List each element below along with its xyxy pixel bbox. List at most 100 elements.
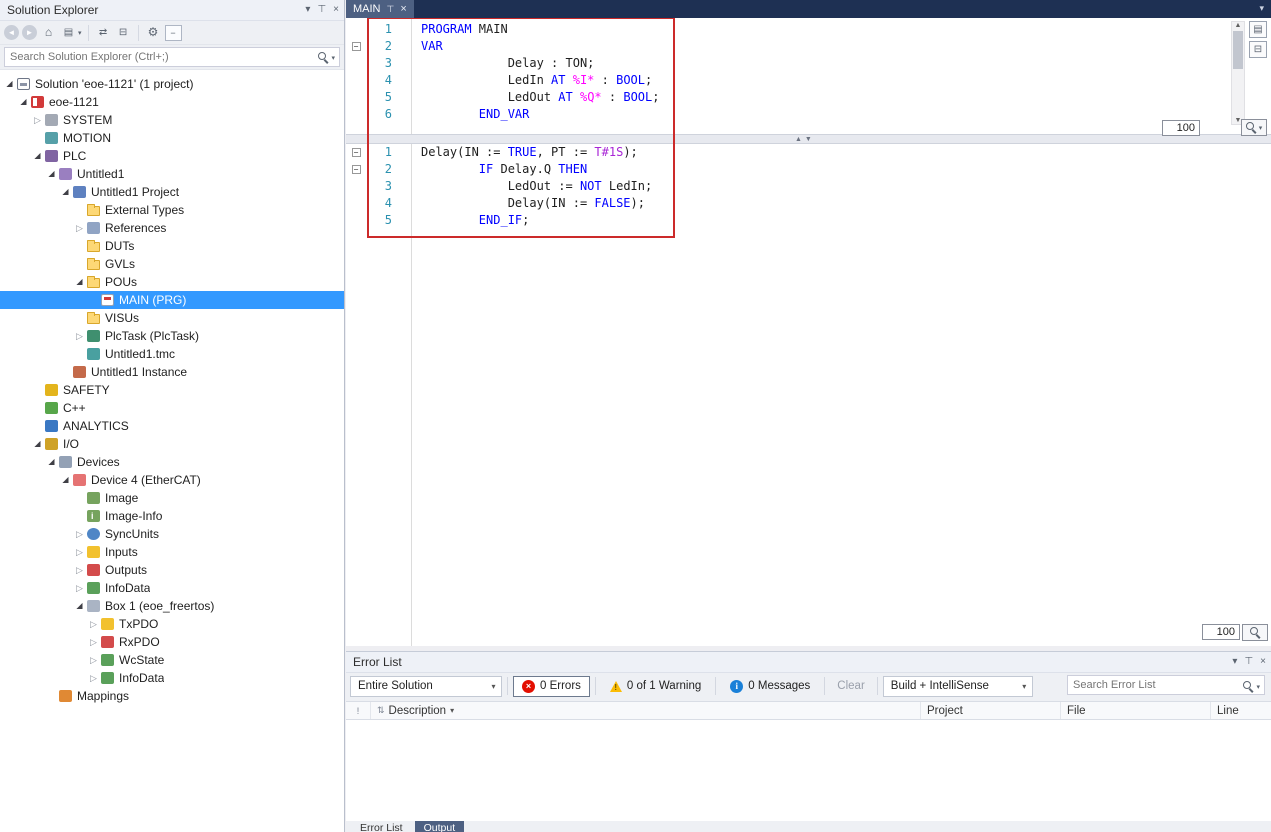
properties-wrench-icon[interactable]: ⚙ bbox=[145, 24, 162, 41]
pin-icon[interactable]: ⊤ bbox=[1244, 657, 1253, 667]
tree-expander-icon[interactable]: ▷ bbox=[31, 111, 44, 129]
outline-view-icon[interactable]: ▤ bbox=[1249, 21, 1267, 38]
fold-marker-icon[interactable]: − bbox=[346, 148, 366, 157]
scroll-up-icon[interactable]: ▲ bbox=[1235, 22, 1242, 29]
splitter-grip-icon[interactable]: ▲▼ bbox=[795, 135, 815, 144]
pin-icon[interactable]: ⊤ bbox=[387, 4, 395, 15]
editor-splitter[interactable]: ▲▼ bbox=[346, 134, 1271, 144]
tree-item-motion[interactable]: MOTION bbox=[0, 129, 344, 147]
tree-expander-icon[interactable]: ▷ bbox=[87, 669, 100, 687]
tree-expander-icon[interactable]: ▷ bbox=[87, 615, 100, 633]
warnings-filter-button[interactable]: ! 0 of 1 Warning bbox=[601, 676, 710, 697]
code-line[interactable]: −2 IF Delay.Q THEN bbox=[346, 161, 1271, 178]
document-list-chevron-icon[interactable]: ▾ bbox=[1259, 3, 1264, 14]
declaration-scrollbar[interactable]: ▲ ▼ bbox=[1231, 21, 1245, 125]
tree-item-safety[interactable]: SAFETY bbox=[0, 381, 344, 399]
chevron-down-icon[interactable]: ▾ bbox=[78, 29, 82, 37]
code-line[interactable]: −1Delay(IN := TRUE, PT := T#1S); bbox=[346, 144, 1271, 161]
implementation-editor[interactable]: −1Delay(IN := TRUE, PT := T#1S);−2 IF De… bbox=[346, 144, 1271, 646]
tree-item-io[interactable]: ◢I/O bbox=[0, 435, 344, 453]
tree-item-gvls[interactable]: GVLs bbox=[0, 255, 344, 273]
tree-item-duts[interactable]: DUTs bbox=[0, 237, 344, 255]
tree-item-inputs[interactable]: ▷Inputs bbox=[0, 543, 344, 561]
tree-expander-icon[interactable]: ◢ bbox=[59, 183, 72, 201]
tree-item-references[interactable]: ▷References bbox=[0, 219, 344, 237]
tree-item-untitled1[interactable]: ◢Untitled1 bbox=[0, 165, 344, 183]
code-line[interactable]: 6 END_VAR bbox=[346, 106, 1271, 123]
code-line[interactable]: 5 END_IF; bbox=[346, 212, 1271, 229]
table-view-icon[interactable]: ⊟ bbox=[1249, 41, 1267, 58]
tree-item-rxpdo[interactable]: ▷RxPDO bbox=[0, 633, 344, 651]
tree-item-untitled1-project[interactable]: ◢Untitled1 Project bbox=[0, 183, 344, 201]
tab-main[interactable]: MAIN ⊤ × bbox=[346, 0, 414, 18]
zoom-icon[interactable] bbox=[1242, 624, 1268, 641]
code-line[interactable]: 1PROGRAM MAIN bbox=[346, 21, 1271, 38]
severity-column-header[interactable]: ! bbox=[346, 702, 371, 719]
tree-item-image[interactable]: Image bbox=[0, 489, 344, 507]
tree-expander-icon[interactable]: ◢ bbox=[45, 165, 58, 183]
tree-expander-icon[interactable]: ◢ bbox=[73, 273, 86, 291]
tree-item-device-4-ethercat[interactable]: ◢Device 4 (EtherCAT) bbox=[0, 471, 344, 489]
tree-expander-icon[interactable]: ▷ bbox=[73, 561, 86, 579]
clear-button[interactable]: Clear bbox=[830, 680, 871, 692]
file-column-header[interactable]: File bbox=[1061, 702, 1211, 719]
forward-icon[interactable]: ► bbox=[22, 25, 37, 40]
preview-selected-items-icon[interactable]: − bbox=[165, 25, 182, 41]
tree-item-main-prg[interactable]: MAIN (PRG) bbox=[0, 291, 344, 309]
tree-item-untitled1-tmc[interactable]: Untitled1.tmc bbox=[0, 345, 344, 363]
tree-item-plc[interactable]: ◢PLC bbox=[0, 147, 344, 165]
sync-with-active-document-icon[interactable]: ⇄ bbox=[95, 24, 112, 41]
chevron-down-icon[interactable]: ▾ bbox=[1256, 683, 1260, 691]
tree-expander-icon[interactable]: ◢ bbox=[59, 471, 72, 489]
tree-item-solution[interactable]: ◢Solution 'eoe-1121' (1 project) bbox=[0, 75, 344, 93]
window-position-chevron-icon[interactable]: ▾ bbox=[1232, 657, 1237, 667]
zoom-icon[interactable]: ▾ bbox=[1241, 119, 1267, 136]
code-line[interactable]: −2VAR bbox=[346, 38, 1271, 55]
tree-item-devices[interactable]: ◢Devices bbox=[0, 453, 344, 471]
search-input[interactable] bbox=[4, 47, 340, 67]
home-icon[interactable]: ⌂ bbox=[40, 24, 57, 41]
tree-item-outputs[interactable]: ▷Outputs bbox=[0, 561, 344, 579]
scrollbar-thumb[interactable] bbox=[1233, 31, 1243, 69]
tree-item-plctask[interactable]: ▷PlcTask (PlcTask) bbox=[0, 327, 344, 345]
back-icon[interactable]: ◄ bbox=[4, 25, 19, 40]
declaration-editor[interactable]: 1PROGRAM MAIN−2VAR3 Delay : TON;4 LedIn … bbox=[346, 18, 1271, 134]
close-icon[interactable]: × bbox=[333, 5, 339, 15]
tree-expander-icon[interactable]: ▷ bbox=[73, 543, 86, 561]
project-column-header[interactable]: Project bbox=[921, 702, 1061, 719]
scope-filter-dropdown[interactable]: Entire Solution ▾ bbox=[350, 676, 502, 697]
fold-marker-icon[interactable]: − bbox=[346, 42, 366, 51]
source-filter-dropdown[interactable]: Build + IntelliSense ▾ bbox=[883, 676, 1033, 697]
tree-item-image-info[interactable]: Image-Info bbox=[0, 507, 344, 525]
tab-error-list[interactable]: Error List bbox=[351, 821, 412, 832]
code-line[interactable]: 4 Delay(IN := FALSE); bbox=[346, 195, 1271, 212]
tree-item-analytics[interactable]: ANALYTICS bbox=[0, 417, 344, 435]
pin-icon[interactable]: ⊤ bbox=[317, 5, 326, 15]
collapse-all-icon[interactable]: ⊟ bbox=[115, 24, 132, 41]
tree-expander-icon[interactable]: ▷ bbox=[87, 651, 100, 669]
search-input[interactable] bbox=[1067, 675, 1265, 695]
tree-item-pous[interactable]: ◢POUs bbox=[0, 273, 344, 291]
zoom-level-box[interactable]: 100 bbox=[1162, 120, 1200, 136]
tree-expander-icon[interactable]: ▷ bbox=[73, 525, 86, 543]
zoom-level-box[interactable]: 100 bbox=[1202, 624, 1240, 640]
code-line[interactable]: 4 LedIn AT %I* : BOOL; bbox=[346, 72, 1271, 89]
error-list-body[interactable] bbox=[346, 720, 1271, 821]
tree-item-project-eoe-1121[interactable]: ◢eoe-1121 bbox=[0, 93, 344, 111]
messages-filter-button[interactable]: i 0 Messages bbox=[721, 676, 819, 697]
errors-filter-button[interactable]: × 0 Errors bbox=[513, 676, 590, 697]
tree-item-mappings[interactable]: Mappings bbox=[0, 687, 344, 705]
fold-marker-icon[interactable]: − bbox=[346, 165, 366, 174]
description-column-header[interactable]: ⇅ Description ▾ bbox=[371, 702, 921, 719]
tree-item-untitled1-instance[interactable]: Untitled1 Instance bbox=[0, 363, 344, 381]
line-column-header[interactable]: Line bbox=[1211, 702, 1271, 719]
close-icon[interactable]: × bbox=[400, 4, 406, 15]
close-icon[interactable]: × bbox=[1260, 657, 1266, 667]
tab-output[interactable]: Output bbox=[415, 821, 465, 832]
tree-expander-icon[interactable]: ▷ bbox=[73, 327, 86, 345]
tree-expander-icon[interactable]: ◢ bbox=[31, 147, 44, 165]
search-icon[interactable] bbox=[1243, 681, 1254, 692]
tree-expander-icon[interactable]: ▷ bbox=[73, 579, 86, 597]
tree-expander-icon[interactable]: ◢ bbox=[3, 75, 16, 93]
tree-item-syncunits[interactable]: ▷SyncUnits bbox=[0, 525, 344, 543]
